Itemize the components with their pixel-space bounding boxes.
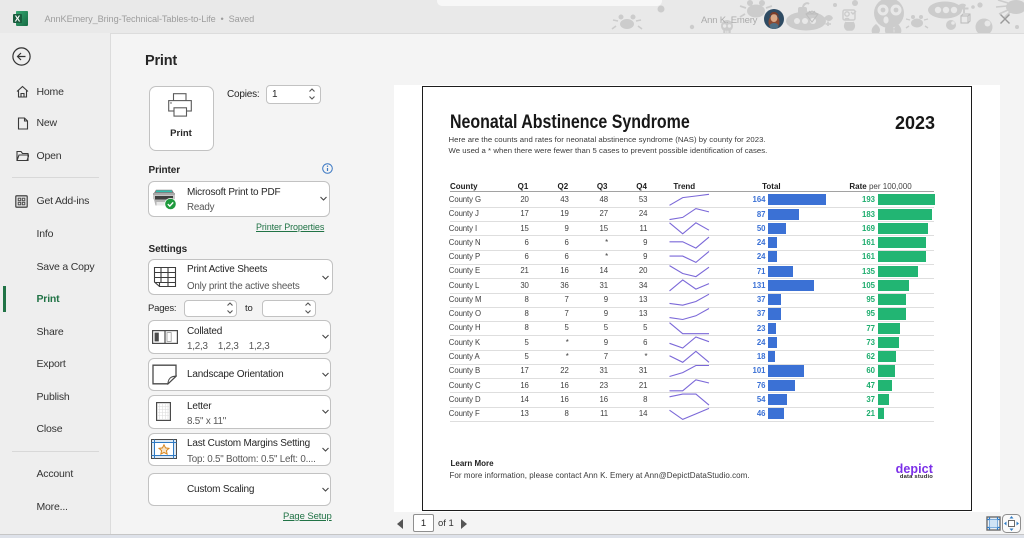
svg-text:X: X (15, 14, 21, 24)
